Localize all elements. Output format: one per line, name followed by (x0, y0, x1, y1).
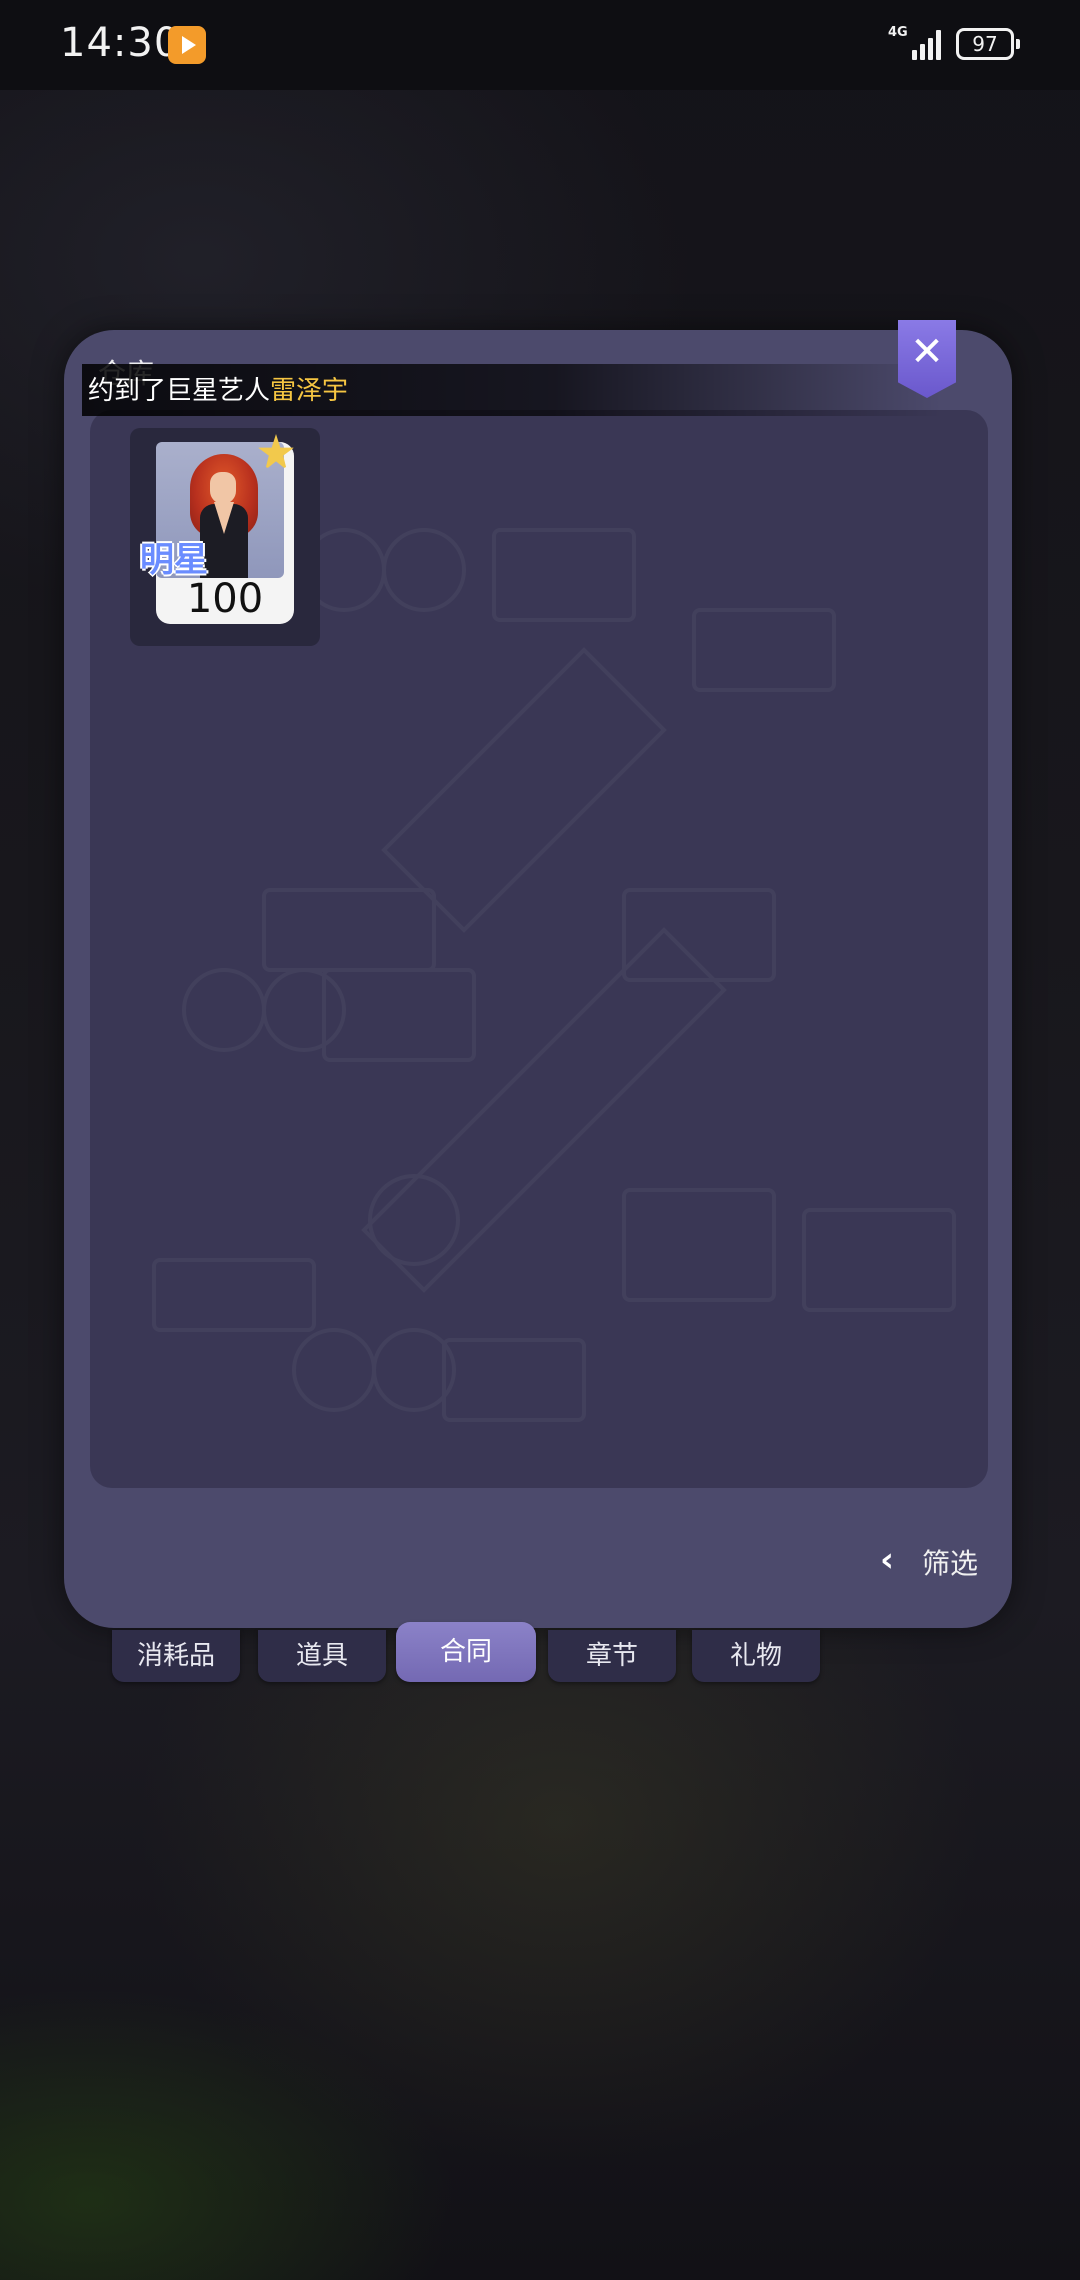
battery-icon: 97 (956, 28, 1020, 60)
filter-label: 筛选 (922, 1547, 979, 1580)
tab-gifts[interactable]: 礼物 (692, 1630, 820, 1682)
status-bar: 14:30 4G 97 (0, 0, 1080, 90)
battery-level: 97 (972, 32, 998, 56)
network-type: 4G (888, 25, 908, 40)
tab-chapters[interactable]: 章节 (548, 1630, 676, 1682)
video-app-icon (168, 26, 206, 64)
close-button[interactable]: ✕ (898, 320, 956, 398)
status-time: 14:30 (60, 20, 181, 66)
ticker-prefix: 约到了巨星艺人 (88, 376, 271, 406)
inventory-item-card[interactable]: 明星 100 (130, 428, 320, 646)
item-type-badge: 明星 (140, 540, 208, 580)
tab-contracts[interactable]: 合同 (396, 1622, 536, 1682)
close-icon: ✕ (910, 329, 944, 375)
announcement-ticker: 约到了巨星艺人雷泽宇 (88, 370, 348, 407)
tab-props[interactable]: 道具 (258, 1630, 386, 1682)
item-count: 100 (186, 576, 264, 622)
signal-icon (912, 28, 946, 60)
tab-consumables[interactable]: 消耗品 (112, 1630, 240, 1682)
chevron-left-icon: ‹ (880, 1540, 895, 1580)
ticker-star-name: 雷泽宇 (270, 376, 349, 406)
